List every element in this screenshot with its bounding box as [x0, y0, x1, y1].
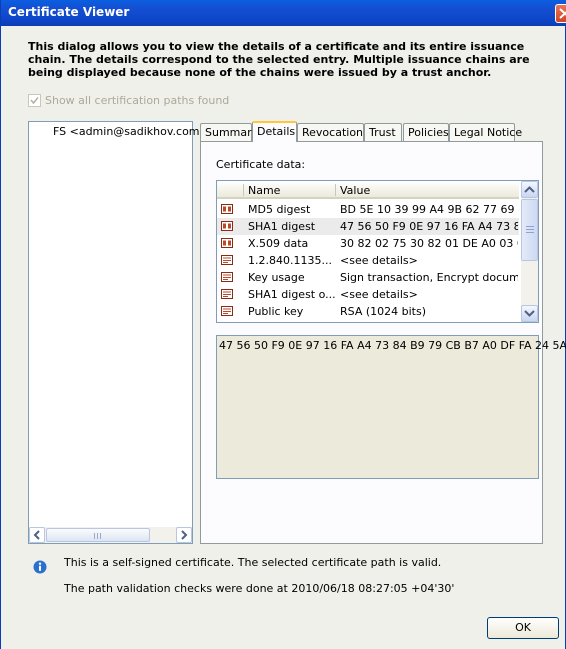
text-field-icon: [221, 255, 233, 265]
tree-node-certificate[interactable]: FS <admin@sadikhov.com>: [53, 125, 209, 138]
list-header: Name Value: [217, 181, 519, 199]
tab-trust[interactable]: Trust: [364, 123, 402, 141]
window-title: Certificate Viewer: [8, 5, 130, 19]
tab-policies[interactable]: Policies: [403, 123, 449, 141]
field-value-text: 47 56 50 F9 0E 97 16 FA A4 73 84 B9 79 C…: [219, 339, 566, 352]
title-bar[interactable]: Certificate Viewer: [1, 0, 566, 26]
list-item[interactable]: SHA1 digest o... <see details>: [217, 286, 519, 303]
scroll-left-button[interactable]: [29, 527, 45, 543]
arrow-up-icon: [524, 186, 535, 193]
field-value: BD 5E 10 39 99 A4 9B 62 77 69 7...: [340, 203, 518, 216]
field-value-box[interactable]: 47 56 50 F9 0E 97 16 FA A4 73 84 B9 79 C…: [216, 335, 566, 479]
field-name: Public key: [248, 305, 304, 318]
tab-label: Trust: [369, 126, 396, 139]
status-line-validity: This is a self-signed certificate. The s…: [64, 556, 442, 569]
list-item[interactable]: Public key RSA (1024 bits): [217, 303, 519, 320]
list-item[interactable]: Key usage Sign transaction, Encrypt docum…: [217, 269, 519, 286]
arrow-left-icon: [33, 530, 40, 540]
field-name: X.509 data: [248, 237, 309, 250]
list-item[interactable]: X.509 data 30 82 02 75 30 82 01 DE A0 03 …: [217, 235, 519, 252]
scroll-thumb[interactable]: [46, 528, 150, 542]
text-field-icon: [221, 289, 233, 299]
close-button[interactable]: [555, 4, 566, 23]
certificate-chain-tree[interactable]: FS <admin@sadikhov.com>: [28, 121, 209, 544]
tab-label: Revocation: [302, 126, 364, 139]
scroll-up-button[interactable]: [521, 181, 538, 198]
field-name: SHA1 digest o...: [248, 288, 336, 301]
field-name: Key usage: [248, 271, 305, 284]
field-name: 1.2.840.1135...: [248, 254, 332, 267]
tab-label: Details: [257, 125, 296, 138]
field-value: 47 56 50 F9 0E 97 16 FA A4 73 8...: [340, 220, 518, 233]
text-field-icon: [221, 272, 233, 282]
binary-field-icon: [221, 238, 233, 248]
close-icon: [559, 8, 566, 19]
text-field-icon: [221, 306, 233, 316]
field-value: Sign transaction, Encrypt document: [340, 271, 518, 284]
show-all-paths-checkbox[interactable]: Show all certification paths found: [28, 94, 229, 107]
list-vertical-scrollbar[interactable]: [521, 181, 538, 322]
intro-text: This dialog allows you to view the detai…: [28, 40, 530, 79]
details-panel: Certificate data: Name Value MD5 digest B…: [200, 141, 566, 544]
tab-legal-notice[interactable]: Legal Notice: [449, 123, 522, 141]
tab-label: Policies: [408, 126, 449, 139]
arrow-right-icon: [181, 530, 188, 540]
binary-field-icon: [221, 221, 233, 231]
tab-label: Summary: [205, 126, 259, 139]
list-item[interactable]: 1.2.840.1135... <see details>: [217, 252, 519, 269]
binary-field-icon: [221, 204, 233, 214]
field-name: SHA1 digest: [248, 220, 316, 233]
scroll-right-button[interactable]: [176, 527, 192, 543]
field-value: <see details>: [340, 254, 418, 267]
list-item[interactable]: MD5 digest BD 5E 10 39 99 A4 9B 62 77 69 …: [217, 201, 519, 218]
column-separator: [335, 184, 336, 196]
certificate-viewer-window: Certificate Viewer This dialog allows yo…: [0, 0, 566, 649]
scroll-down-button[interactable]: [521, 305, 538, 322]
tab-summary[interactable]: Summary: [200, 123, 258, 141]
ok-button[interactable]: OK: [487, 617, 559, 639]
grip-icon: [94, 533, 102, 539]
tab-label: Legal Notice: [454, 126, 523, 139]
tab-revocation[interactable]: Revocation: [297, 123, 364, 141]
column-header-name[interactable]: Name: [248, 184, 280, 197]
tree-horizontal-scrollbar[interactable]: [29, 527, 192, 543]
grip-icon: [526, 226, 534, 234]
scroll-thumb[interactable]: [521, 199, 538, 261]
column-separator: [243, 184, 244, 196]
certificate-data-label: Certificate data:: [216, 158, 306, 171]
status-line-timestamp: The path validation checks were done at …: [64, 582, 455, 595]
list-item[interactable]: SHA1 digest 47 56 50 F9 0E 97 16 FA A4 73…: [217, 218, 519, 235]
info-icon: [33, 560, 47, 574]
field-name: MD5 digest: [248, 203, 311, 216]
tab-details[interactable]: Details: [252, 121, 297, 142]
field-value: 30 82 02 75 30 82 01 DE A0 03 0...: [340, 237, 518, 250]
field-value: RSA (1024 bits): [340, 305, 427, 318]
certificate-fields-list[interactable]: Name Value MD5 digest BD 5E 10 39 99 A4 9…: [216, 180, 539, 323]
field-value: <see details>: [340, 288, 418, 301]
check-icon: [30, 96, 39, 105]
column-header-value[interactable]: Value: [340, 184, 370, 197]
checkbox-box[interactable]: [28, 94, 41, 107]
arrow-down-icon: [524, 310, 535, 317]
show-all-paths-label: Show all certification paths found: [45, 94, 230, 107]
